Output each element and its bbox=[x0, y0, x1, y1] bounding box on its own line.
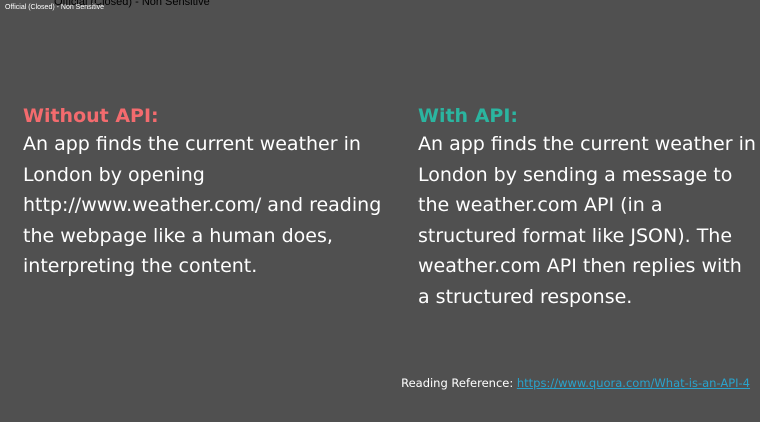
with-api-heading: With API: bbox=[418, 105, 518, 127]
with-api-description: An app finds the current weather in Lond… bbox=[418, 133, 756, 308]
reading-reference-label: Reading Reference: bbox=[401, 376, 517, 390]
reading-reference-link[interactable]: https://www.quora.com/What-is-an-API-4 bbox=[517, 376, 750, 390]
reading-reference: Reading Reference: https://www.quora.com… bbox=[390, 374, 750, 393]
without-api-section: Without API: An app finds the current we… bbox=[23, 104, 383, 282]
without-api-heading: Without API: bbox=[23, 105, 159, 127]
with-api-section: With API: An app finds the current weath… bbox=[418, 104, 756, 313]
classification-label-corner: Official (Closed) - Non Sensitive bbox=[5, 4, 105, 11]
without-api-description: An app finds the current weather in Lond… bbox=[23, 133, 382, 278]
